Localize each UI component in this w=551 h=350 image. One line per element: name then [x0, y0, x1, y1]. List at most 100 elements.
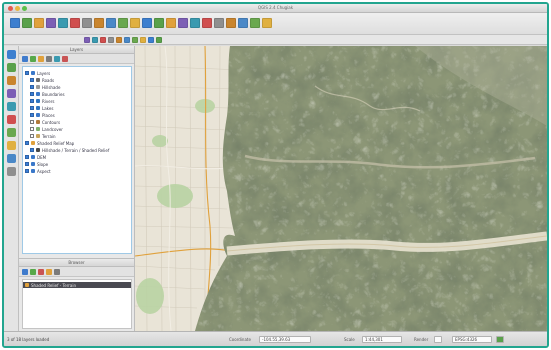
- layer-visibility-checkbox[interactable]: [25, 155, 29, 159]
- layer-item[interactable]: Hillshade / Terrain / Shaded Relief: [30, 147, 109, 153]
- browser-add-icon[interactable]: [22, 269, 28, 275]
- new-spatialite-icon[interactable]: [7, 141, 16, 150]
- select-icon[interactable]: [178, 18, 188, 28]
- map-canvas[interactable]: [135, 46, 547, 331]
- new-project-icon[interactable]: [10, 18, 20, 28]
- layer-visibility-checkbox[interactable]: [25, 141, 29, 145]
- browser-filter-icon[interactable]: [46, 269, 52, 275]
- layer-visibility-checkbox[interactable]: [30, 85, 34, 89]
- add-vector-layer-icon[interactable]: [7, 50, 16, 59]
- browser-properties-icon[interactable]: [54, 269, 60, 275]
- browser-selected-item[interactable]: Shaded Relief - Terrain: [23, 282, 131, 288]
- layer-visibility-checkbox[interactable]: [30, 78, 34, 82]
- layer-item[interactable]: Terrain: [30, 133, 56, 139]
- refresh-icon[interactable]: [154, 18, 164, 28]
- layer-item[interactable]: Contours: [30, 119, 60, 125]
- add-csv-layer-icon[interactable]: [7, 115, 16, 124]
- identify-icon[interactable]: [166, 18, 176, 28]
- new-shapefile-icon[interactable]: [7, 128, 16, 137]
- save-project-icon[interactable]: [34, 18, 44, 28]
- copy-icon[interactable]: [132, 37, 138, 43]
- layer-symbol-icon: [36, 78, 40, 82]
- layer-visibility-checkbox[interactable]: [30, 99, 34, 103]
- add-feature-icon[interactable]: [100, 37, 106, 43]
- layer-visibility-checkbox[interactable]: [30, 106, 34, 110]
- zoom-in-icon[interactable]: [94, 18, 104, 28]
- move-feature-icon[interactable]: [108, 37, 114, 43]
- save-as-icon[interactable]: [46, 18, 56, 28]
- redo-icon[interactable]: [156, 37, 162, 43]
- measure-icon[interactable]: [202, 18, 212, 28]
- browser-collapse-icon[interactable]: [38, 269, 44, 275]
- layer-item[interactable]: Landcover: [30, 126, 63, 132]
- browser-panel-toolbar: [19, 267, 134, 277]
- layer-visibility-checkbox[interactable]: [30, 148, 34, 152]
- layer-item[interactable]: Rivers: [30, 98, 54, 104]
- layer-visibility-checkbox[interactable]: [30, 134, 34, 138]
- render-checkbox[interactable]: [434, 336, 442, 343]
- zoom-out-icon[interactable]: [106, 18, 116, 28]
- browser-refresh-icon[interactable]: [30, 269, 36, 275]
- layer-item[interactable]: Roads: [30, 77, 54, 83]
- label-icon[interactable]: [250, 18, 260, 28]
- save-edits-icon[interactable]: [92, 37, 98, 43]
- add-delimited-text-icon[interactable]: [7, 154, 16, 163]
- pan-to-selection-icon[interactable]: [82, 18, 92, 28]
- layer-item[interactable]: Layers: [25, 70, 50, 76]
- layer-item[interactable]: Places: [30, 112, 55, 118]
- crs-button[interactable]: EPSG:4326: [452, 336, 492, 343]
- expand-all-icon[interactable]: [54, 56, 60, 62]
- filter-legend-icon[interactable]: [46, 56, 52, 62]
- layer-label: Terrain: [42, 133, 56, 139]
- open-project-icon[interactable]: [22, 18, 32, 28]
- layer-visibility-checkbox[interactable]: [25, 169, 29, 173]
- layer-tree[interactable]: Layers Roads Hillshade Boundaries Rivers Lake…: [22, 66, 132, 254]
- add-wms-layer-icon[interactable]: [7, 89, 16, 98]
- layer-visibility-checkbox[interactable]: [30, 113, 34, 117]
- layer-visibility-checkbox[interactable]: [30, 92, 34, 96]
- layer-label: Landcover: [42, 126, 63, 132]
- cut-icon[interactable]: [124, 37, 130, 43]
- layer-item[interactable]: DEM: [25, 154, 46, 160]
- layer-item[interactable]: Boundaries: [30, 91, 65, 97]
- browser-tree[interactable]: Shaded Relief - Terrain: [22, 279, 132, 329]
- scale-field[interactable]: 1:44,301: [362, 336, 402, 343]
- terrain-map[interactable]: [135, 46, 547, 331]
- layer-item[interactable]: Shaded Relief Map: [25, 140, 74, 146]
- layer-item[interactable]: Aspect: [25, 168, 51, 174]
- manage-visibility-icon[interactable]: [38, 56, 44, 62]
- coordinate-field[interactable]: -104.55,39.63: [259, 336, 311, 343]
- open-layer-styling-icon[interactable]: [22, 56, 28, 62]
- print-composer-icon[interactable]: [58, 18, 68, 28]
- bookmark-icon[interactable]: [226, 18, 236, 28]
- layer-item[interactable]: Slope: [25, 161, 48, 167]
- layer-item[interactable]: Lakes: [30, 105, 53, 111]
- log-messages-icon[interactable]: [496, 336, 504, 343]
- pan-icon[interactable]: [70, 18, 80, 28]
- map-tips-icon[interactable]: [214, 18, 224, 28]
- layer-symbol-icon: [36, 134, 40, 138]
- add-oracle-layer-icon[interactable]: [7, 167, 16, 176]
- add-group-icon[interactable]: [30, 56, 36, 62]
- layer-visibility-checkbox[interactable]: [25, 162, 29, 166]
- zoom-full-icon[interactable]: [118, 18, 128, 28]
- layer-visibility-checkbox[interactable]: [30, 120, 34, 124]
- layer-symbol-icon: [36, 106, 40, 110]
- annotation-icon[interactable]: [238, 18, 248, 28]
- help-icon[interactable]: [262, 18, 272, 28]
- layer-visibility-checkbox[interactable]: [25, 71, 29, 75]
- add-raster-layer-icon[interactable]: [7, 63, 16, 72]
- remove-layer-icon[interactable]: [62, 56, 68, 62]
- add-wfs-layer-icon[interactable]: [7, 102, 16, 111]
- paste-icon[interactable]: [140, 37, 146, 43]
- layer-item[interactable]: Hillshade: [30, 84, 60, 90]
- zoom-layer-icon[interactable]: [130, 18, 140, 28]
- add-database-layer-icon[interactable]: [7, 76, 16, 85]
- layer-visibility-checkbox[interactable]: [30, 127, 34, 131]
- deselect-icon[interactable]: [190, 18, 200, 28]
- edit-icon[interactable]: [84, 37, 90, 43]
- undo-icon[interactable]: [148, 37, 154, 43]
- zoom-last-icon[interactable]: [142, 18, 152, 28]
- delete-icon[interactable]: [116, 37, 122, 43]
- layer-symbol-icon: [31, 155, 35, 159]
